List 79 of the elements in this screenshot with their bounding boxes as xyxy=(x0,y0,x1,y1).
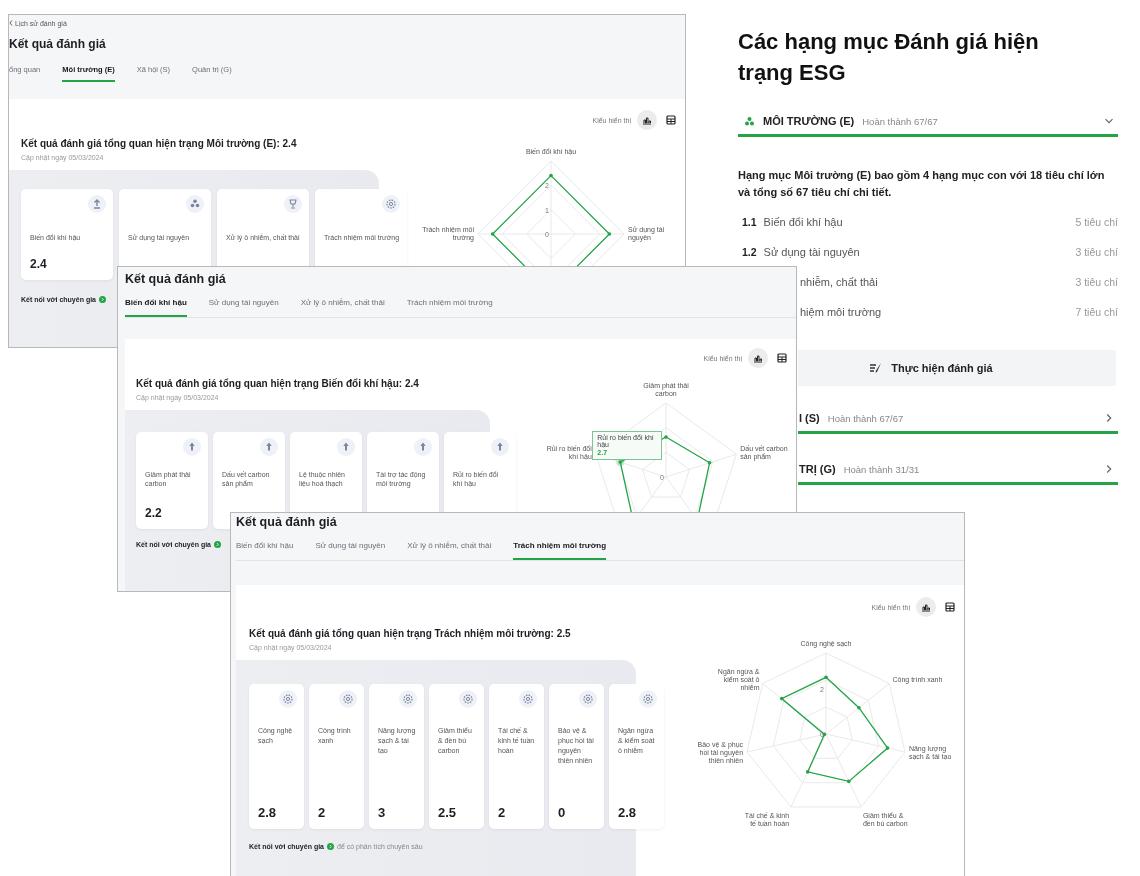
arrow-up-icon xyxy=(491,438,509,456)
subcategory-item[interactable]: hiệm môi trường 7 tiêu chí xyxy=(798,297,1118,327)
gear-icon xyxy=(399,690,417,708)
upload-icon xyxy=(88,195,106,213)
item-label: Biến đổi khí hậu xyxy=(763,216,844,228)
tab[interactable]: Trách nhiệm môi trường xyxy=(406,298,493,317)
card-score: 2.4 xyxy=(30,257,48,271)
card-score: 2 xyxy=(318,805,327,820)
result-heading: Kết quả đánh giá tổng quan hiện trạng Môi trường (E): 2.4 xyxy=(21,137,298,151)
criteria-count: 3 tiêu chí xyxy=(1075,246,1118,258)
category-title: I (S) xyxy=(799,412,820,424)
tree-icon xyxy=(744,115,755,127)
table-icon xyxy=(777,353,787,363)
arrow-badge-icon xyxy=(327,843,334,850)
tab[interactable]: Biến đổi khí hậu xyxy=(236,541,294,560)
chevron-left-icon xyxy=(9,20,13,26)
trophy-icon xyxy=(284,195,302,213)
chart-view-button[interactable] xyxy=(748,348,768,368)
completion-status: Hoàn thành 67/67 xyxy=(862,115,939,127)
bar-chart-icon xyxy=(921,602,931,612)
criteria-count: 7 tiêu chí xyxy=(1075,306,1118,318)
chart-view-button[interactable] xyxy=(637,110,657,130)
result-heading: Kết quả đánh giá tổng quan hiện trạng Trách nhiệm môi trường: 2.5 xyxy=(249,627,572,641)
arrow-up-icon xyxy=(337,438,355,456)
bar-chart-icon xyxy=(753,353,763,363)
card-score: 0 xyxy=(558,805,567,820)
card-score: 2.8 xyxy=(258,805,278,820)
tab[interactable]: Sử dụng tài nguyên xyxy=(208,298,279,317)
item-number: 1.1 xyxy=(742,216,757,228)
panel-title: Các hạng mục Đánh giá hiện trạng ESG xyxy=(738,28,1040,87)
arrow-up-icon xyxy=(260,438,278,456)
gear-icon xyxy=(519,690,537,708)
tab[interactable]: Xử lý ô nhiễm, chất thải xyxy=(407,541,492,560)
arrow-badge-icon xyxy=(214,541,221,548)
table-icon xyxy=(945,602,955,612)
card-score: 2.8 xyxy=(618,805,638,820)
category-header[interactable]: I (S) Hoàn thành 67/67 xyxy=(798,405,1118,434)
gear-icon xyxy=(639,690,657,708)
card-score: 3 xyxy=(378,805,387,820)
arrow-badge-icon xyxy=(99,296,106,303)
item-label: hiệm môi trường xyxy=(800,306,883,318)
card-score: 2.5 xyxy=(438,805,458,820)
category-description: Hạng mục Môi trường (E) bao gồm 4 hạng mục con với 18 tiêu chí lớn và tổng số 67 tiêu chí chi tiết. xyxy=(738,168,1106,200)
gear-icon xyxy=(382,195,400,213)
page-title: Kết quả đánh giá xyxy=(9,37,107,51)
subcategory-item[interactable]: nhiễm, chất thải 3 tiêu chí xyxy=(798,267,1118,297)
tab[interactable]: Sử dụng tài nguyên xyxy=(315,541,386,560)
item-number: 1.2 xyxy=(742,246,757,258)
tab[interactable]: Trách nhiệm môi trường xyxy=(513,541,607,560)
subcategory-item[interactable]: 1.2 Sử dụng tài nguyên 3 tiêu chí xyxy=(738,237,1118,267)
card-score: 2 xyxy=(498,805,507,820)
category-header[interactable]: TRỊ (G) Hoàn thành 31/31 xyxy=(798,456,1118,485)
item-label: Sử dụng tài nguyên xyxy=(763,246,861,258)
completion-status: Hoàn thành 67/67 xyxy=(827,412,905,424)
gear-icon xyxy=(279,690,297,708)
item-label: nhiễm, chất thải xyxy=(800,276,879,288)
gear-icon xyxy=(459,690,477,708)
tree-icon xyxy=(186,195,204,213)
criteria-count: 3 tiêu chí xyxy=(1075,276,1118,288)
subcategory-item[interactable]: 1.1 Biến đổi khí hậu 5 tiêu chí xyxy=(738,207,1118,237)
gear-icon xyxy=(339,690,357,708)
tab[interactable]: Xử lý ô nhiễm, chất thải xyxy=(300,298,385,317)
bar-chart-icon xyxy=(642,115,652,125)
tab[interactable]: Biến đổi khí hậu xyxy=(125,298,187,317)
page-title: Kết quả đánh giá xyxy=(236,515,338,529)
arrow-up-icon xyxy=(183,438,201,456)
completion-status: Hoàn thành 31/31 xyxy=(843,463,921,475)
page-title: Kết quả đánh giá xyxy=(125,272,227,286)
card-score: 2.2 xyxy=(145,506,163,520)
result-heading: Kết quả đánh giá tổng quan hiện trạng Biến đổi khí hậu: 2.4 xyxy=(136,377,420,391)
criteria-count: 5 tiêu chí xyxy=(1075,216,1118,228)
table-icon xyxy=(666,115,676,125)
gear-icon xyxy=(579,690,597,708)
arrow-up-icon xyxy=(414,438,432,456)
category-title: MÔI TRƯỜNG (E) xyxy=(763,115,855,127)
start-assessment-button[interactable]: Thực hiện đánh giá xyxy=(798,350,1116,386)
chart-view-button[interactable] xyxy=(916,597,936,617)
category-title: TRỊ (G) xyxy=(799,463,836,475)
category-header[interactable]: MÔI TRƯỜNG (E) Hoàn thành 67/67 xyxy=(738,108,1118,137)
